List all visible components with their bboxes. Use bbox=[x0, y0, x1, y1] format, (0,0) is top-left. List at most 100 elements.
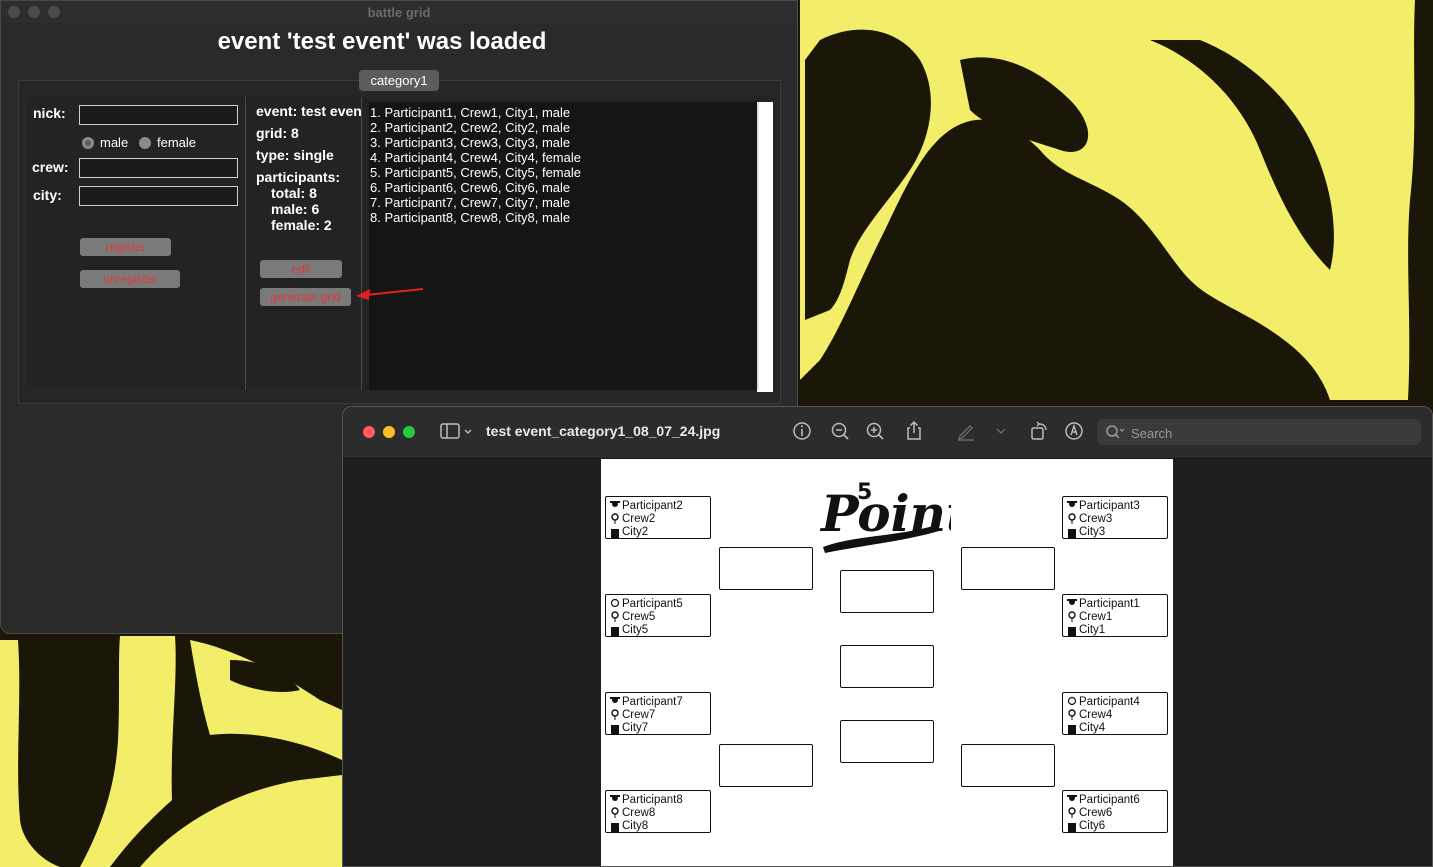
generate-grid-button[interactable]: generate grid bbox=[260, 288, 351, 306]
city-label: city: bbox=[33, 187, 62, 203]
edit-button[interactable]: edit bbox=[260, 260, 342, 278]
slot-city: City8 bbox=[622, 820, 649, 832]
female-radio[interactable] bbox=[139, 137, 151, 149]
zoom-out-icon[interactable] bbox=[829, 420, 851, 442]
slot-participant: Participant5 bbox=[622, 598, 683, 610]
participant-icons bbox=[1067, 599, 1077, 636]
list-item[interactable]: 7. Participant7, Crew7, City7, male bbox=[370, 195, 581, 210]
sidebar-toggle-icon[interactable] bbox=[439, 420, 475, 442]
bracket-slot: Participant1 Crew1 City1 bbox=[1062, 594, 1168, 637]
event-name: event: test event bbox=[256, 103, 361, 119]
list-item[interactable]: 3. Participant3, Crew3, City3, male bbox=[370, 135, 581, 150]
list-item[interactable]: 5. Participant5, Crew5, City5, female bbox=[370, 165, 581, 180]
list-item[interactable]: 2. Participant2, Crew2, City2, male bbox=[370, 120, 581, 135]
bracket-empty-slot bbox=[719, 547, 813, 590]
bracket-slot: Participant2 Crew2 City2 bbox=[605, 496, 711, 539]
column-divider bbox=[245, 97, 246, 390]
slot-city: City2 bbox=[622, 526, 649, 538]
participant-icons bbox=[1067, 795, 1077, 832]
rotate-icon[interactable] bbox=[1028, 420, 1050, 442]
participants-male: male: 6 bbox=[271, 201, 320, 217]
bracket-empty-slot bbox=[840, 570, 934, 613]
logo-number: 5 bbox=[857, 480, 872, 505]
grid-type: type: single bbox=[256, 147, 334, 163]
slot-crew: Crew6 bbox=[1079, 807, 1113, 819]
participants-list[interactable]: 1. Participant1, Crew1, City1, male 2. P… bbox=[369, 102, 757, 390]
slot-crew: Crew5 bbox=[622, 611, 656, 623]
slot-city: City5 bbox=[622, 624, 649, 636]
unregister-button[interactable]: unregister bbox=[80, 270, 180, 288]
slot-participant: Participant6 bbox=[1079, 794, 1140, 806]
annotation-arrow-icon bbox=[356, 288, 424, 300]
participant-icons bbox=[610, 697, 620, 734]
slot-crew: Crew8 bbox=[622, 807, 656, 819]
participants-scrollbar[interactable] bbox=[757, 102, 773, 392]
participants-total: total: 8 bbox=[271, 185, 317, 201]
slot-crew: Crew2 bbox=[622, 513, 656, 525]
slot-crew: Crew4 bbox=[1079, 709, 1113, 721]
tab-category1[interactable]: category1 bbox=[359, 70, 439, 91]
slot-city: City6 bbox=[1079, 820, 1106, 832]
slot-crew: Crew3 bbox=[1079, 513, 1113, 525]
slot-crew: Crew7 bbox=[622, 709, 656, 721]
bracket-slot: Participant3 Crew3 City3 bbox=[1062, 496, 1168, 539]
bracket-image: Points 5 Participant2 Crew2 City2 Partic… bbox=[601, 459, 1173, 866]
city-input[interactable] bbox=[79, 186, 238, 206]
bracket-empty-slot bbox=[719, 744, 813, 787]
participant-icons bbox=[1067, 501, 1077, 538]
slot-city: City3 bbox=[1079, 526, 1106, 538]
search-field[interactable] bbox=[1097, 419, 1421, 445]
bracket-slot: Participant8 Crew8 City8 bbox=[605, 790, 711, 833]
list-item[interactable]: 8. Participant8, Crew8, City8, male bbox=[370, 210, 581, 225]
window-titlebar[interactable]: battle grid bbox=[1, 1, 797, 23]
male-radio-label: male bbox=[100, 135, 129, 150]
bracket-slot: Participant6 Crew6 City6 bbox=[1062, 790, 1168, 833]
slot-city: City1 bbox=[1079, 624, 1106, 636]
list-item[interactable]: 1. Participant1, Crew1, City1, male bbox=[370, 105, 581, 120]
bracket-empty-slot bbox=[961, 547, 1055, 590]
list-item[interactable]: 4. Participant4, Crew4, City4, female bbox=[370, 150, 581, 165]
slot-participant: Participant2 bbox=[622, 500, 683, 512]
slot-participant: Participant7 bbox=[622, 696, 683, 708]
markup-pen-icon[interactable] bbox=[955, 420, 977, 442]
search-input[interactable] bbox=[1129, 423, 1413, 443]
preview-toolbar[interactable]: test event_category1_08_07_24.jpg bbox=[343, 407, 1432, 459]
crew-label: crew: bbox=[32, 159, 69, 175]
document-title: test event_category1_08_07_24.jpg bbox=[486, 423, 721, 439]
minimize-button[interactable] bbox=[383, 426, 395, 438]
chevron-down-icon[interactable] bbox=[993, 420, 1009, 442]
participant-icons bbox=[1067, 696, 1077, 734]
zoom-in-icon[interactable] bbox=[864, 420, 886, 442]
window-title: battle grid bbox=[367, 5, 431, 20]
zoom-button[interactable] bbox=[403, 426, 415, 438]
info-icon[interactable] bbox=[791, 420, 813, 442]
bracket-empty-slot bbox=[840, 645, 934, 688]
close-button[interactable] bbox=[363, 426, 375, 438]
grid-size: grid: 8 bbox=[256, 125, 299, 141]
participants-female: female: 2 bbox=[271, 217, 332, 233]
bracket-slot: Participant4 Crew4 City4 bbox=[1062, 692, 1168, 735]
participant-icons bbox=[610, 598, 620, 636]
register-button[interactable]: register bbox=[80, 238, 171, 256]
crew-input[interactable] bbox=[79, 158, 238, 178]
bracket-slot: Participant5 Crew5 City5 bbox=[605, 594, 711, 637]
share-icon[interactable] bbox=[903, 420, 925, 442]
slot-participant: Participant8 bbox=[622, 794, 683, 806]
search-icon bbox=[1106, 425, 1125, 439]
scrollbar-thumb[interactable] bbox=[757, 102, 759, 390]
slot-participant: Participant3 bbox=[1079, 500, 1140, 512]
nick-input[interactable] bbox=[79, 105, 238, 125]
bracket-empty-slot bbox=[840, 720, 934, 763]
5-points-logo: Points 5 bbox=[819, 480, 951, 553]
nick-label: nick: bbox=[33, 105, 66, 121]
female-radio-label: female bbox=[157, 135, 197, 150]
participant-icons bbox=[610, 795, 620, 832]
slot-crew: Crew1 bbox=[1079, 611, 1113, 623]
preview-window: test event_category1_08_07_24.jpg Search… bbox=[342, 406, 1433, 867]
participant-icons bbox=[610, 501, 620, 538]
annotate-icon[interactable] bbox=[1063, 420, 1085, 442]
male-radio[interactable] bbox=[82, 137, 94, 149]
page-title: event 'test event' was loaded bbox=[217, 28, 547, 55]
bracket-slot: Participant7 Crew7 City7 bbox=[605, 692, 711, 735]
list-item[interactable]: 6. Participant6, Crew6, City6, male bbox=[370, 180, 581, 195]
